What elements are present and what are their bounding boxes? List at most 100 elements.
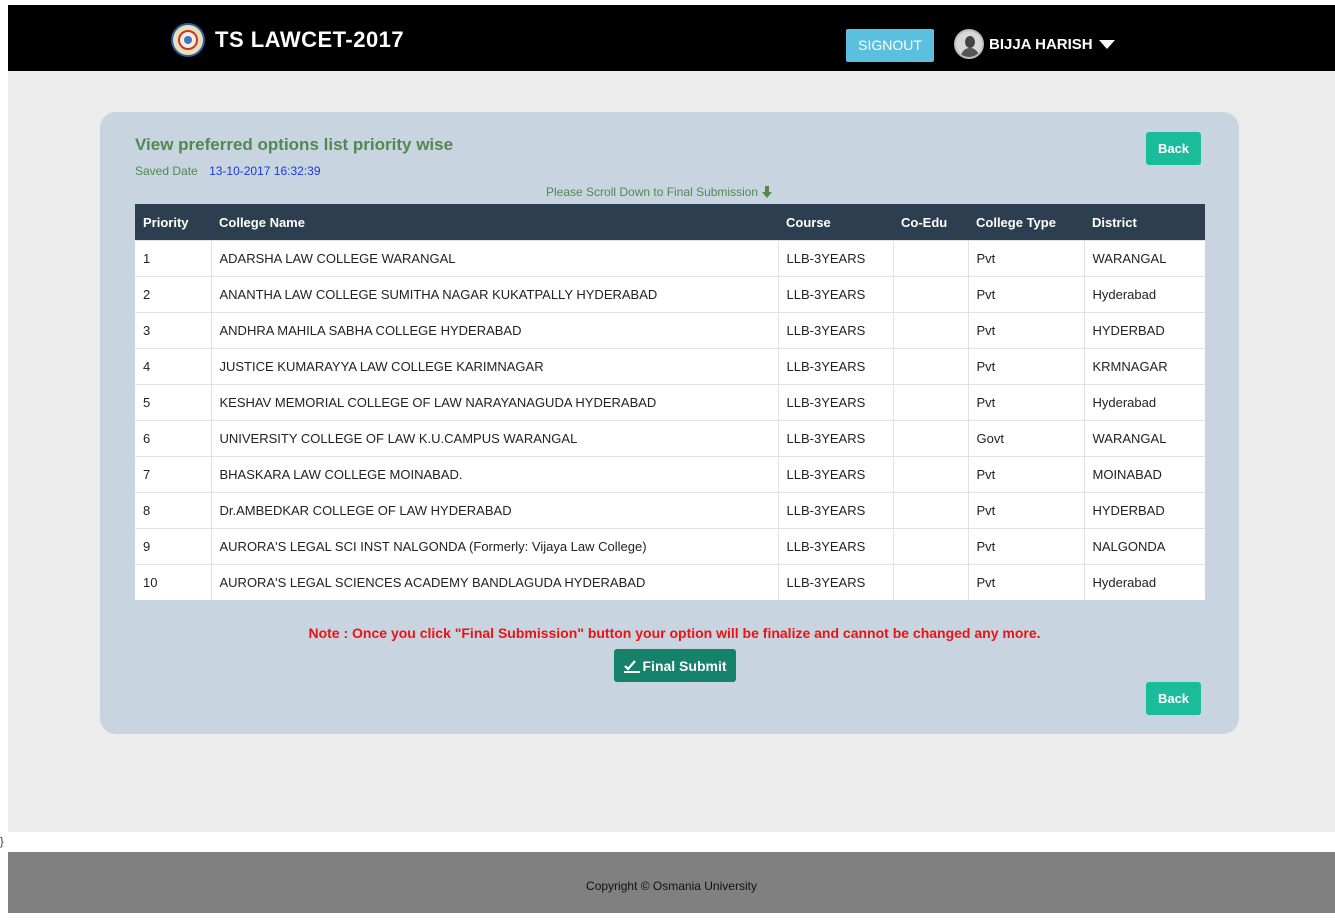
table-row: 10 AURORA'S LEGAL SCIENCES ACADEMY BANDL… — [135, 564, 1205, 600]
table-row: 8 Dr.AMBEDKAR COLLEGE OF LAW HYDERABAD L… — [135, 492, 1205, 529]
cell-district: HYDERBAD — [1084, 492, 1205, 529]
table-row: 2 ANANTHA LAW COLLEGE SUMITHA NAGAR KUKA… — [135, 276, 1205, 313]
header-college-name: College Name — [211, 204, 778, 241]
cell-college-type: Pvt — [968, 240, 1085, 277]
cell-district: HYDERBAD — [1084, 312, 1205, 349]
user-menu[interactable]: BIJJA HARISH — [954, 28, 1115, 60]
cell-district: WARANGAL — [1084, 240, 1205, 277]
cell-college-type: Pvt — [968, 312, 1085, 349]
table-row: 6 UNIVERSITY COLLEGE OF LAW K.U.CAMPUS W… — [135, 420, 1205, 457]
final-submit-label: Final Submit — [642, 657, 727, 674]
cell-co-edu — [893, 312, 969, 349]
header-co-edu: Co-Edu — [893, 204, 968, 241]
cell-co-edu — [893, 384, 969, 421]
cell-college-name: AURORA'S LEGAL SCIENCES ACADEMY BANDLAGU… — [211, 564, 779, 600]
cell-priority: 5 — [135, 384, 212, 421]
cell-college-type: Pvt — [968, 456, 1085, 493]
arrow-down-icon — [762, 186, 773, 198]
cell-priority: 7 — [135, 456, 212, 493]
cell-district: KRMNAGAR — [1084, 348, 1205, 385]
cell-priority: 3 — [135, 312, 212, 349]
cell-district: Hyderabad — [1084, 564, 1205, 600]
cell-college-name: ANANTHA LAW COLLEGE SUMITHA NAGAR KUKATP… — [211, 276, 779, 313]
scroll-note: Please Scroll Down to Final Submission — [546, 185, 773, 199]
cell-priority: 9 — [135, 528, 212, 565]
table-row: 1 ADARSHA LAW COLLEGE WARANGAL LLB-3YEAR… — [135, 240, 1205, 277]
user-avatar-icon — [954, 29, 984, 59]
header-priority: Priority — [135, 204, 211, 241]
cell-course: LLB-3YEARS — [778, 240, 894, 277]
footer: Copyright © Osmania University — [8, 852, 1335, 913]
table-row: 7 BHASKARA LAW COLLEGE MOINABAD. LLB-3YE… — [135, 456, 1205, 493]
header-college-type: College Type — [968, 204, 1084, 241]
cell-co-edu — [893, 420, 969, 457]
cell-college-type: Pvt — [968, 384, 1085, 421]
cell-co-edu — [893, 528, 969, 565]
cell-college-name: UNIVERSITY COLLEGE OF LAW K.U.CAMPUS WAR… — [211, 420, 779, 457]
cell-college-name: ANDHRA MAHILA SABHA COLLEGE HYDERABAD — [211, 312, 779, 349]
cell-course: LLB-3YEARS — [778, 348, 894, 385]
cell-co-edu — [893, 276, 969, 313]
brand[interactable]: TS LAWCET-2017 — [171, 22, 404, 58]
cell-college-type: Govt — [968, 420, 1085, 457]
cell-college-type: Pvt — [968, 276, 1085, 313]
saved-date-value: 13-10-2017 16:32:39 — [209, 164, 321, 178]
final-submit-button[interactable]: Final Submit — [614, 649, 736, 682]
cell-college-name: AURORA'S LEGAL SCI INST NALGONDA (Former… — [211, 528, 779, 565]
check-pen-icon — [623, 659, 640, 673]
signout-button[interactable]: SIGNOUT — [846, 29, 934, 62]
cell-district: MOINABAD — [1084, 456, 1205, 493]
university-seal-icon — [171, 23, 205, 57]
cell-college-name: JUSTICE KUMARAYYA LAW COLLEGE KARIMNAGAR — [211, 348, 779, 385]
cell-co-edu — [893, 492, 969, 529]
cell-college-name: ADARSHA LAW COLLEGE WARANGAL — [211, 240, 779, 277]
cell-priority: 10 — [135, 564, 212, 600]
footer-copyright: Copyright © Osmania University — [586, 879, 757, 893]
options-panel: View preferred options list priority wis… — [100, 112, 1239, 734]
saved-date-label: Saved Date — [135, 164, 198, 178]
table-row: 4 JUSTICE KUMARAYYA LAW COLLEGE KARIMNAG… — [135, 348, 1205, 385]
cell-college-type: Pvt — [968, 348, 1085, 385]
options-table: Priority College Name Course Co-Edu Coll… — [135, 204, 1205, 600]
cell-priority: 6 — [135, 420, 212, 457]
cell-district: Hyderabad — [1084, 384, 1205, 421]
cell-district: NALGONDA — [1084, 528, 1205, 565]
cell-co-edu — [893, 240, 969, 277]
cell-priority: 1 — [135, 240, 212, 277]
cell-college-type: Pvt — [968, 528, 1085, 565]
top-navbar: TS LAWCET-2017 SIGNOUT BIJJA HARISH — [8, 5, 1335, 71]
cell-course: LLB-3YEARS — [778, 456, 894, 493]
table-row: 3 ANDHRA MAHILA SABHA COLLEGE HYDERABAD … — [135, 312, 1205, 349]
cell-co-edu — [893, 456, 969, 493]
cell-college-name: BHASKARA LAW COLLEGE MOINABAD. — [211, 456, 779, 493]
stray-text: } — [0, 836, 4, 848]
cell-course: LLB-3YEARS — [778, 384, 894, 421]
cell-priority: 2 — [135, 276, 212, 313]
cell-college-type: Pvt — [968, 492, 1085, 529]
cell-course: LLB-3YEARS — [778, 312, 894, 349]
cell-co-edu — [893, 564, 969, 600]
back-button-bottom[interactable]: Back — [1146, 682, 1201, 715]
cell-college-type: Pvt — [968, 564, 1085, 600]
cell-district: WARANGAL — [1084, 420, 1205, 457]
header-district: District — [1084, 204, 1205, 241]
brand-title: TS LAWCET-2017 — [215, 27, 405, 52]
cell-district: Hyderabad — [1084, 276, 1205, 313]
scroll-note-text: Please Scroll Down to Final Submission — [546, 185, 759, 199]
cell-priority: 4 — [135, 348, 212, 385]
table-row: 5 KESHAV MEMORIAL COLLEGE OF LAW NARAYAN… — [135, 384, 1205, 421]
table-header-row: Priority College Name Course Co-Edu Coll… — [135, 204, 1205, 241]
final-submission-note: Note : Once you click "Final Submission"… — [308, 625, 1041, 641]
back-button-top[interactable]: Back — [1146, 132, 1201, 165]
cell-course: LLB-3YEARS — [778, 420, 894, 457]
cell-college-name: KESHAV MEMORIAL COLLEGE OF LAW NARAYANAG… — [211, 384, 779, 421]
cell-co-edu — [893, 348, 969, 385]
cell-college-name: Dr.AMBEDKAR COLLEGE OF LAW HYDERABAD — [211, 492, 779, 529]
table-row: 9 AURORA'S LEGAL SCI INST NALGONDA (Form… — [135, 528, 1205, 565]
cell-course: LLB-3YEARS — [778, 492, 894, 529]
cell-priority: 8 — [135, 492, 212, 529]
cell-course: LLB-3YEARS — [778, 564, 894, 600]
cell-course: LLB-3YEARS — [778, 528, 894, 565]
saved-date-row: Saved Date 13-10-2017 16:32:39 — [135, 164, 321, 178]
user-name: BIJJA HARISH — [989, 35, 1093, 53]
